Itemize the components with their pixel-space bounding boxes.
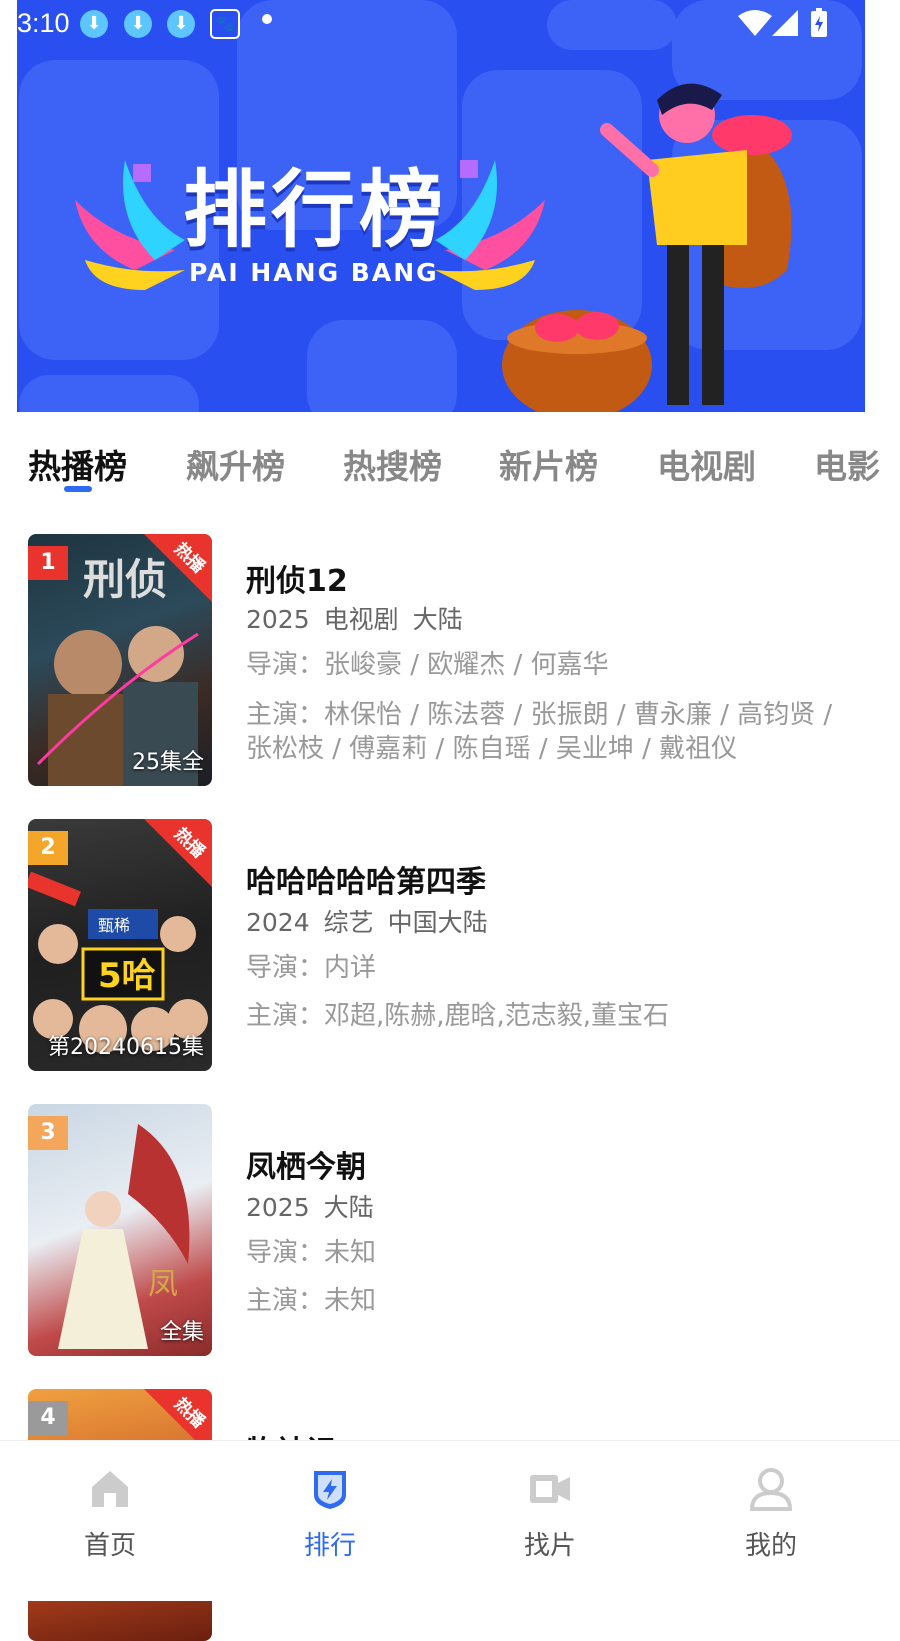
- banner-subtitle: PAI HANG BANG: [189, 258, 439, 287]
- rank-badge: 2: [28, 831, 68, 865]
- item-title[interactable]: 哈哈哈哈哈第四季: [246, 857, 486, 901]
- rank-badge: 1: [28, 546, 68, 580]
- bottom-navigation: 首页 排行 找片 我的: [0, 1440, 900, 1601]
- item-director: 导演：内详: [246, 953, 377, 983]
- tab-movies[interactable]: 电影: [814, 440, 880, 488]
- download-icon: ⬇: [124, 10, 152, 38]
- item-director: 导演：张峻豪 / 欧耀杰 / 何嘉华: [246, 650, 609, 680]
- download-icon: ⬇: [167, 10, 195, 38]
- ranking-item[interactable]: 凤 3 全集 凤栖今朝 2025 大陆 导演：未知 主演：未知: [28, 1104, 878, 1356]
- episode-note: 25集全: [132, 750, 204, 775]
- ranking-banner: 排行榜 PAI HANG BANG: [17, 0, 865, 412]
- status-bar: 3:10 ⬇ ⬇ ⬇ 🐾: [0, 0, 900, 48]
- item-cast: 主演：未知: [246, 1286, 377, 1316]
- tab-indicator: [64, 486, 92, 492]
- item-year: 2025: [246, 605, 310, 634]
- item-year: 2025: [246, 1193, 310, 1222]
- download-icon: ⬇: [80, 10, 108, 38]
- item-title[interactable]: 刑侦12: [246, 556, 348, 600]
- item-region: 大陆: [412, 605, 463, 634]
- nav-find-label: 找片: [523, 1531, 576, 1561]
- dot-icon: [262, 14, 272, 24]
- poster-image[interactable]: 甄稀 5哈 2 热播 第20240615集: [28, 819, 212, 1071]
- nav-mine[interactable]: 我的: [711, 1467, 831, 1562]
- video-camera-icon: [530, 1475, 570, 1503]
- wifi-icon: [738, 10, 772, 36]
- svg-text:甄稀: 甄稀: [98, 916, 130, 935]
- item-meta: 2025 大陆: [246, 1188, 388, 1224]
- ranking-tabs: 热播榜 飙升榜 热搜榜 新片榜 电视剧 电影: [0, 430, 900, 500]
- nav-ranking-label: 排行: [303, 1531, 356, 1561]
- tab-hot-play[interactable]: 热播榜: [28, 440, 127, 488]
- item-cast: 主演：林保怡 / 陈法蓉 / 张振朗 / 曹永廉 / 高钧贤 / 张松枝 / 傅…: [246, 700, 833, 764]
- poster-image[interactable]: 刑侦 1 热播 25集全: [28, 534, 212, 786]
- episode-note: 全集: [159, 1320, 204, 1345]
- episode-note: 第20240615集: [48, 1035, 204, 1060]
- item-genre: 综艺: [323, 908, 374, 937]
- item-region: 中国大陆: [387, 908, 488, 937]
- battery-charging-icon: [811, 8, 827, 37]
- ranking-item[interactable]: 甄稀 5哈 2 热播 第20240615集 哈哈哈哈哈第四季 2024 综艺 中国大…: [28, 819, 878, 1071]
- item-year: 2024: [246, 908, 310, 937]
- item-meta: 2025 电视剧 大陆: [246, 600, 477, 636]
- user-icon: [749, 1468, 793, 1511]
- item-cast: 主演：邓超,陈赫,鹿晗,范志毅,董宝石: [246, 1001, 670, 1031]
- svg-text:凤: 凤: [148, 1267, 178, 1302]
- home-icon: [92, 1471, 128, 1507]
- tab-tv-series[interactable]: 电视剧: [657, 440, 756, 488]
- nav-ranking[interactable]: 排行: [270, 1467, 390, 1562]
- rank-badge: 4: [28, 1401, 68, 1435]
- nav-home[interactable]: 首页: [50, 1467, 170, 1562]
- nav-mine-label: 我的: [744, 1531, 797, 1561]
- nav-find[interactable]: 找片: [490, 1467, 610, 1562]
- person-with-sack-illustration: [502, 83, 792, 412]
- item-title[interactable]: 凤栖今朝: [246, 1142, 366, 1186]
- tab-rising[interactable]: 飙升榜: [186, 440, 285, 488]
- banner-title: 排行榜: [183, 161, 448, 259]
- status-time: 3:10: [17, 8, 70, 38]
- nav-home-label: 首页: [83, 1531, 136, 1561]
- svg-text:5哈: 5哈: [98, 956, 156, 996]
- item-meta: 2024 综艺 中国大陆: [246, 903, 502, 939]
- item-director: 导演：未知: [246, 1238, 377, 1268]
- item-region: 大陆: [323, 1193, 374, 1222]
- poster-image[interactable]: 凤 3 全集: [28, 1104, 212, 1356]
- ranking-item[interactable]: 刑侦 1 热播 25集全 刑侦12 2025 电视剧 大陆 导演：张峻豪 / 欧耀杰…: [28, 534, 878, 786]
- tab-new-release[interactable]: 新片榜: [499, 440, 598, 488]
- signal-icon: [772, 10, 798, 36]
- ranking-icon: [314, 1471, 346, 1509]
- rank-badge: 3: [28, 1116, 68, 1150]
- baidu-icon: 🐾: [210, 9, 240, 39]
- item-genre: 电视剧: [323, 605, 399, 634]
- tab-hot-search[interactable]: 热搜榜: [343, 440, 442, 488]
